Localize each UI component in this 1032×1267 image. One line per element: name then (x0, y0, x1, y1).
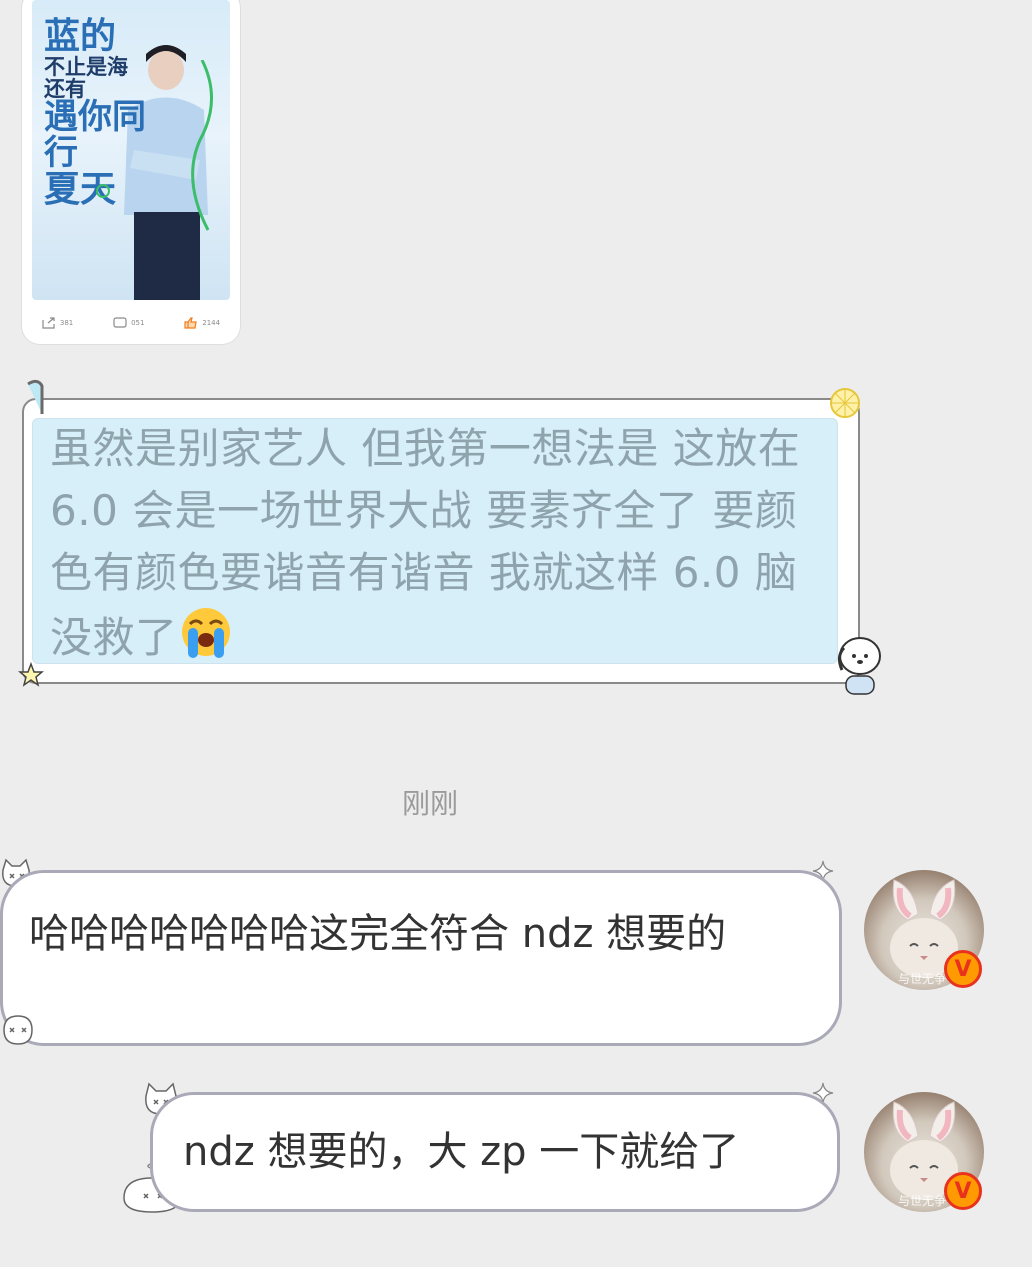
chat-screen: 蓝的 不止是海 还有 遇你同行 夏天 381 051 2144 虽然是别家艺人 … (0, 0, 1032, 1267)
like-action[interactable]: 2144 (184, 317, 220, 329)
green-doodle-icon (191, 60, 213, 231)
avatar[interactable]: 与世无争 V (864, 1092, 984, 1212)
message-text: 哈哈哈哈哈哈哈这完全符合 ndz 想要的 (29, 911, 727, 957)
share-count: 381 (59, 319, 74, 327)
verified-badge-icon: V (944, 1172, 982, 1210)
avatar-caption: 与世无争 (898, 972, 947, 986)
like-icon (184, 317, 197, 329)
post-actions: 381 051 2144 (22, 308, 240, 338)
message-text: ndz 想要的，大 zp 一下就给了 (183, 1129, 740, 1175)
sleeping-cat-doodle-icon (3, 1015, 33, 1045)
comment-icon (113, 317, 127, 328)
post-image[interactable]: 蓝的 不止是海 还有 遇你同行 夏天 (32, 0, 230, 300)
timestamp: 刚刚 (401, 787, 458, 820)
pochacco-sticker-icon (837, 637, 881, 695)
poster-line: 不止是海 (44, 53, 128, 79)
avatar-caption: 与世无争 (898, 1194, 947, 1208)
poster-line: 蓝的 (44, 15, 117, 57)
sun-doodle-icon (96, 184, 110, 198)
message-text: 虽然是别家艺人 但我第一想法是 这放在 6.0 会是一场世界大战 要素齐全了 要… (50, 424, 801, 662)
verified-badge-icon: V (944, 950, 982, 988)
poster-line: 遇你同行 (44, 96, 146, 173)
chat-bubble[interactable]: ndz 想要的，大 zp 一下就给了 (150, 1092, 840, 1212)
hook-ornament-icon (27, 379, 44, 414)
share-icon (42, 317, 55, 329)
like-count: 2144 (202, 319, 221, 327)
comment-count: 051 (131, 319, 145, 327)
avatar[interactable]: 与世无争 V (864, 870, 984, 990)
star-ornament-icon (18, 662, 44, 687)
lemon-slice-icon (830, 388, 860, 418)
decorated-message-text: 虽然是别家艺人 但我第一想法是 这放在 6.0 会是一场世界大战 要素齐全了 要… (50, 418, 820, 669)
chat-bubble[interactable]: 哈哈哈哈哈哈哈这完全符合 ndz 想要的 (0, 870, 842, 1046)
share-action[interactable]: 381 (42, 317, 73, 329)
shared-post-card[interactable]: 蓝的 不止是海 还有 遇你同行 夏天 381 051 2144 (22, 0, 240, 344)
crying-face-emoji-icon (181, 608, 230, 658)
comment-action[interactable]: 051 (113, 317, 144, 329)
